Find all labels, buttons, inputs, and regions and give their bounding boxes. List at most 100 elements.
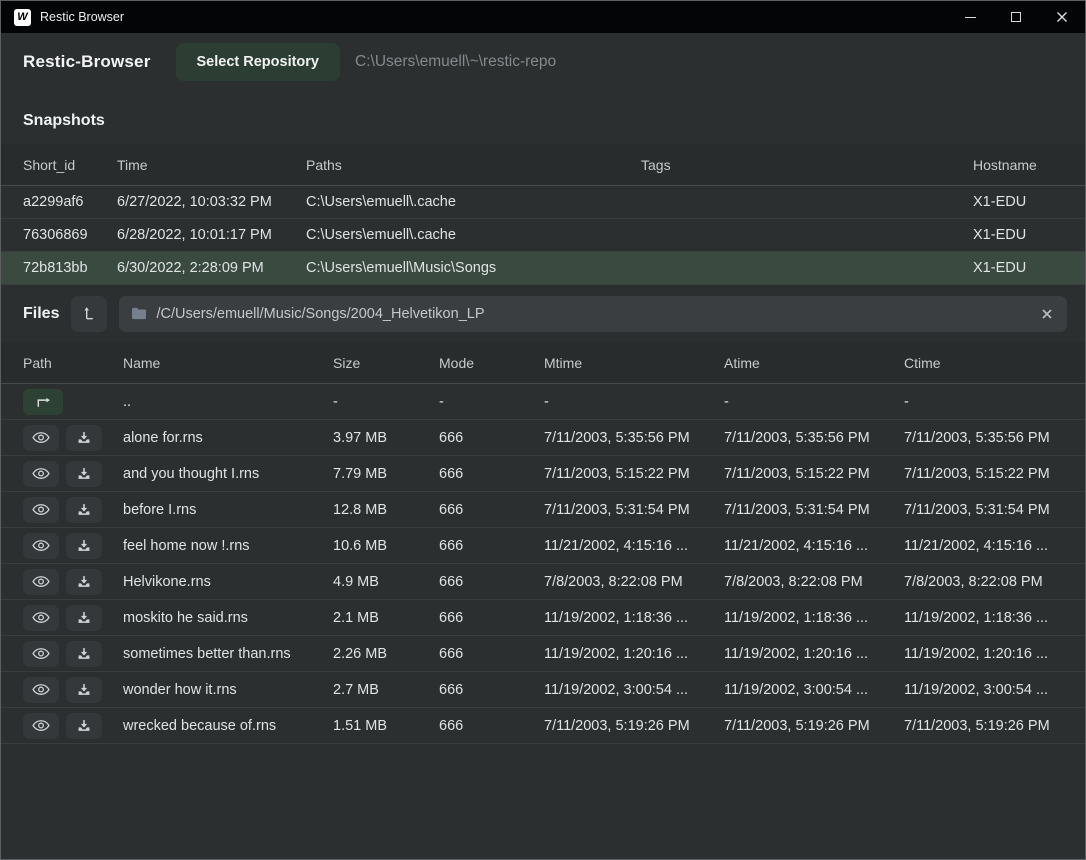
empty-area (1, 744, 1085, 859)
view-file-button[interactable] (23, 497, 59, 523)
file-ctime: 7/11/2003, 5:15:22 PM (904, 466, 1075, 482)
download-restore-icon (77, 467, 91, 481)
download-file-button[interactable] (66, 497, 102, 523)
file-size: 2.1 MB (333, 610, 439, 626)
download-restore-icon (77, 611, 91, 625)
file-name: .. (123, 394, 333, 410)
snapshot-row[interactable]: a2299af66/27/2022, 10:03:32 PMC:\Users\e… (1, 186, 1085, 219)
file-size: 4.9 MB (333, 574, 439, 590)
column-header-path: Path (23, 355, 123, 371)
file-ctime: 11/21/2002, 4:15:16 ... (904, 538, 1075, 554)
go-up-directory-button[interactable] (71, 296, 107, 332)
clear-x-icon (1041, 308, 1053, 320)
app-logo-icon: W (14, 9, 31, 26)
current-path-field[interactable]: /C/Users/emuell/Music/Songs/2004_Helveti… (119, 296, 1067, 332)
view-file-button[interactable] (23, 605, 59, 631)
snapshot-time: 6/27/2022, 10:03:32 PM (117, 194, 306, 210)
file-mtime: 11/19/2002, 3:00:54 ... (544, 682, 724, 698)
file-atime: 7/11/2003, 5:35:56 PM (724, 430, 904, 446)
file-row: and you thought I.rns7.79 MB6667/11/2003… (1, 456, 1085, 492)
file-row: alone for.rns3.97 MB6667/11/2003, 5:35:5… (1, 420, 1085, 456)
file-atime: 11/19/2002, 3:00:54 ... (724, 682, 904, 698)
snapshot-short-id: a2299af6 (23, 194, 117, 210)
file-mtime: 11/21/2002, 4:15:16 ... (544, 538, 724, 554)
maximize-button[interactable] (993, 1, 1039, 33)
download-file-button[interactable] (66, 605, 102, 631)
download-restore-icon (77, 647, 91, 661)
view-file-button[interactable] (23, 641, 59, 667)
file-name: feel home now !.rns (123, 538, 333, 554)
file-ctime: 7/11/2003, 5:35:56 PM (904, 430, 1075, 446)
close-button[interactable] (1039, 1, 1085, 33)
file-ctime: 7/8/2003, 8:22:08 PM (904, 574, 1075, 590)
file-mtime: 7/11/2003, 5:19:26 PM (544, 718, 724, 734)
snapshot-row[interactable]: 72b813bb6/30/2022, 2:28:09 PMC:\Users\em… (1, 252, 1085, 285)
file-mode: 666 (439, 610, 544, 626)
file-ctime: 11/19/2002, 1:20:16 ... (904, 646, 1075, 662)
file-name: alone for.rns (123, 430, 333, 446)
column-header-mtime: Mtime (544, 355, 724, 371)
eye-preview-icon (32, 575, 50, 588)
file-size: 2.26 MB (333, 646, 439, 662)
file-mode: 666 (439, 718, 544, 734)
file-ctime: 11/19/2002, 3:00:54 ... (904, 682, 1075, 698)
column-header-mode: Mode (439, 355, 544, 371)
file-row: Helvikone.rns4.9 MB6667/8/2003, 8:22:08 … (1, 564, 1085, 600)
files-table-body: alone for.rns3.97 MB 666 7/11/2003, 5:35:5… (1, 420, 1085, 744)
select-repository-button[interactable]: Select Repository (176, 43, 341, 81)
minimize-button[interactable] (947, 1, 993, 33)
download-file-button[interactable] (66, 533, 102, 559)
file-name: and you thought I.rns (123, 466, 333, 482)
snapshot-row[interactable]: 763068696/28/2022, 10:01:17 PMC:\Users\e… (1, 219, 1085, 252)
window-controls (947, 1, 1085, 33)
column-header-ctime: Ctime (904, 355, 1075, 371)
file-ctime: - (904, 394, 1075, 410)
file-mode: 666 (439, 574, 544, 590)
download-restore-icon (77, 503, 91, 517)
file-ctime: 7/11/2003, 5:31:54 PM (904, 502, 1075, 518)
folder-icon (131, 307, 147, 320)
view-file-button[interactable] (23, 425, 59, 451)
titlebar: W Restic Browser (1, 1, 1085, 33)
eye-preview-icon (32, 503, 50, 516)
snapshot-hostname: X1-EDU (973, 227, 1063, 243)
eye-preview-icon (32, 539, 50, 552)
view-file-button[interactable] (23, 677, 59, 703)
view-file-button[interactable] (23, 713, 59, 739)
snapshot-time: 6/28/2022, 10:01:17 PM (117, 227, 306, 243)
download-file-button[interactable] (66, 461, 102, 487)
download-file-button[interactable] (66, 641, 102, 667)
open-parent-directory-button[interactable] (23, 389, 63, 415)
snapshots-section-title: Snapshots (1, 91, 1085, 144)
download-file-button[interactable] (66, 677, 102, 703)
view-file-button[interactable] (23, 533, 59, 559)
file-mode: - (439, 394, 544, 410)
snapshot-time: 6/30/2022, 2:28:09 PM (117, 260, 306, 276)
file-row: wonder how it.rns2.7 MB66611/19/2002, 3:… (1, 672, 1085, 708)
file-mtime: 7/11/2003, 5:15:22 PM (544, 466, 724, 482)
view-file-button[interactable] (23, 461, 59, 487)
download-file-button[interactable] (66, 425, 102, 451)
column-header-short-id: Short_id (23, 157, 117, 173)
download-restore-icon (77, 539, 91, 553)
column-header-hostname: Hostname (973, 157, 1063, 173)
close-icon (1056, 11, 1068, 23)
current-path-value: /C/Users/emuell/Music/Songs/2004_Helveti… (156, 306, 1030, 322)
maximize-icon (1011, 12, 1021, 22)
download-file-button[interactable] (66, 569, 102, 595)
file-size: 3.97 MB (333, 430, 439, 446)
file-mtime: 7/11/2003, 5:31:54 PM (544, 502, 724, 518)
snapshot-hostname: X1-EDU (973, 260, 1063, 276)
column-header-paths: Paths (306, 157, 641, 173)
file-name: wrecked because of.rns (123, 718, 333, 734)
snapshots-table-header: Short_id Time Paths Tags Hostname (1, 144, 1085, 186)
repository-path: C:\Users\emuell\~\restic-repo (355, 53, 556, 71)
go-up-directory-icon (82, 306, 97, 321)
file-row: before I.rns12.8 MB6667/11/2003, 5:31:54… (1, 492, 1085, 528)
view-file-button[interactable] (23, 569, 59, 595)
download-file-button[interactable] (66, 713, 102, 739)
clear-path-button[interactable] (1039, 306, 1055, 322)
file-name: sometimes better than.rns (123, 646, 333, 662)
download-restore-icon (77, 575, 91, 589)
file-size: - (333, 394, 439, 410)
